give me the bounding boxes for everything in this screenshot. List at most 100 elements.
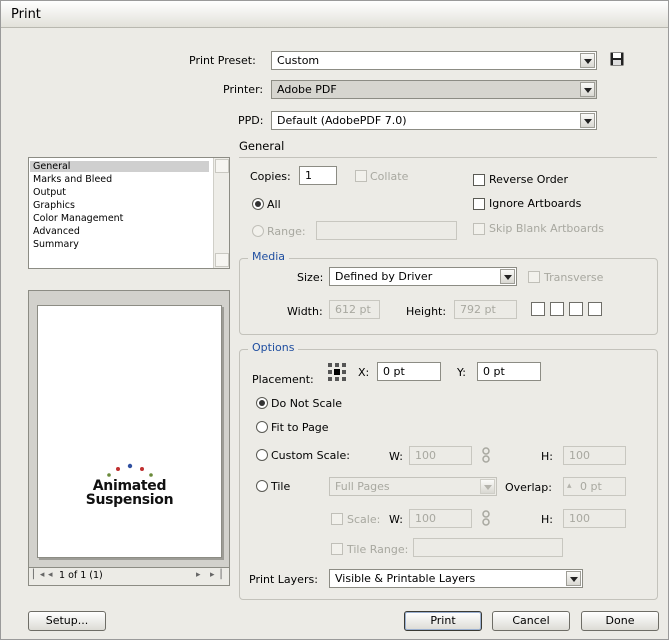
last-page-icon[interactable]: ▸▕ — [210, 570, 221, 580]
chevron-down-icon[interactable] — [580, 53, 595, 68]
category-item-advanced[interactable]: Advanced — [33, 226, 80, 237]
all-label: All — [267, 198, 281, 211]
placement-reference-point-icon[interactable] — [327, 362, 347, 382]
range-input[interactable] — [316, 221, 457, 240]
category-item-color-management[interactable]: Color Management — [33, 213, 123, 224]
tile-range-input[interactable] — [413, 538, 563, 557]
chevron-down-icon[interactable] — [566, 571, 581, 586]
tile-value: Full Pages — [335, 480, 390, 493]
section-title: General — [239, 139, 285, 153]
tile-scale-w-input[interactable]: 100 — [409, 509, 472, 528]
transverse-checkbox[interactable] — [528, 271, 540, 283]
fit-to-page-radio[interactable] — [256, 421, 268, 433]
previous-page-icon[interactable]: ◂ — [48, 570, 53, 580]
category-scrollbar[interactable] — [213, 158, 229, 268]
print-layers-value: Visible & Printable Layers — [335, 572, 476, 585]
y-input[interactable]: 0 pt — [477, 362, 541, 381]
custom-scale-label: Custom Scale: — [271, 449, 350, 462]
copies-label: Copies: — [250, 170, 291, 183]
tile-radio[interactable] — [256, 480, 268, 492]
x-input[interactable]: 0 pt — [377, 362, 441, 381]
category-item-output[interactable]: Output — [33, 187, 66, 198]
category-item-general[interactable]: General — [30, 161, 209, 172]
ppd-select[interactable]: Default (AdobePDF 7.0) — [271, 111, 597, 130]
printer-value: Adobe PDF — [277, 83, 337, 96]
chevron-down-icon[interactable] — [480, 479, 495, 494]
custom-scale-w-input[interactable]: 100 — [409, 446, 472, 465]
skip-blank-artboards-checkbox[interactable] — [473, 223, 485, 235]
overlap-input[interactable]: 0 pt ▴ — [563, 477, 626, 496]
section-divider — [239, 157, 657, 158]
print-preset-select[interactable]: Custom — [271, 51, 597, 70]
custom-scale-h-label: H: — [541, 450, 553, 463]
category-item-marks-and-bleed[interactable]: Marks and Bleed — [33, 174, 112, 185]
category-item-graphics[interactable]: Graphics — [33, 200, 75, 211]
window-title: Print — [11, 7, 41, 22]
custom-scale-w-label: W: — [389, 450, 403, 463]
placement-label: Placement: — [252, 373, 314, 386]
print-preview: Animated Suspension ▏◂ ◂ 1 of 1 (1) ▸ ▸▕ — [28, 290, 230, 586]
scroll-up-icon[interactable] — [215, 159, 229, 173]
width-input[interactable]: 612 pt — [329, 300, 380, 319]
scale-checkbox[interactable] — [331, 513, 343, 525]
do-not-scale-label: Do Not Scale — [271, 397, 343, 410]
tile-range-checkbox[interactable] — [331, 543, 343, 555]
y-label: Y: — [457, 366, 466, 379]
range-radio[interactable] — [252, 225, 264, 237]
custom-scale-radio[interactable] — [256, 449, 268, 461]
printer-label: Printer: — [223, 83, 264, 96]
height-label: Height: — [406, 305, 447, 318]
collate-checkbox[interactable] — [355, 170, 367, 182]
size-value: Defined by Driver — [335, 270, 433, 283]
setup-button[interactable]: Setup... — [28, 611, 106, 631]
skip-blank-artboards-label: Skip Blank Artboards — [489, 222, 604, 235]
do-not-scale-radio[interactable] — [256, 397, 268, 409]
ignore-artboards-checkbox[interactable] — [473, 198, 485, 210]
collate-label: Collate — [370, 170, 409, 183]
portrait-orientation-icon[interactable] — [531, 302, 545, 316]
print-button[interactable]: Print — [404, 611, 482, 631]
scale-label: Scale: — [347, 513, 381, 526]
link-tile-scale-icon[interactable] — [482, 510, 490, 526]
link-scale-icon[interactable] — [482, 447, 490, 463]
preview-page[interactable]: Animated Suspension — [37, 305, 222, 558]
chevron-down-icon[interactable] — [500, 269, 515, 284]
reverse-order-checkbox[interactable] — [473, 174, 485, 186]
category-item-summary[interactable]: Summary — [33, 239, 79, 250]
reverse-order-label: Reverse Order — [489, 173, 568, 186]
next-page-icon[interactable]: ▸ — [196, 570, 201, 580]
custom-scale-h-input[interactable]: 100 — [563, 446, 626, 465]
chevron-down-icon[interactable] — [580, 82, 595, 97]
print-dialog: Print Print Preset: Custom Printer: Adob… — [0, 0, 669, 640]
tile-select[interactable]: Full Pages — [329, 477, 497, 496]
flipped-landscape-icon[interactable] — [588, 302, 602, 316]
overlap-label: Overlap: — [505, 481, 552, 494]
height-input[interactable]: 792 pt — [454, 300, 517, 319]
print-preset-label: Print Preset: — [189, 54, 256, 67]
width-label: Width: — [287, 305, 323, 318]
landscape-orientation-icon[interactable] — [550, 302, 564, 316]
chevron-down-icon[interactable] — [580, 113, 595, 128]
print-layers-select[interactable]: Visible & Printable Layers — [329, 569, 583, 588]
printer-select[interactable]: Adobe PDF — [271, 80, 597, 99]
title-bar: Print — [1, 1, 668, 28]
first-page-icon[interactable]: ▏◂ — [33, 570, 44, 580]
done-button[interactable]: Done — [581, 611, 659, 631]
cancel-button[interactable]: Cancel — [492, 611, 570, 631]
ppd-value: Default (AdobePDF 7.0) — [277, 114, 407, 127]
media-group-title: Media — [248, 250, 290, 263]
category-list[interactable]: General Marks and Bleed Output Graphics … — [28, 157, 230, 269]
stepper-icon[interactable]: ▴ — [567, 481, 572, 491]
print-preset-value: Custom — [277, 54, 320, 67]
save-preset-icon[interactable] — [610, 52, 624, 66]
tile-range-label: Tile Range: — [347, 543, 409, 556]
copies-input[interactable]: 1 — [299, 166, 337, 185]
scroll-down-icon[interactable] — [215, 253, 229, 267]
all-radio[interactable] — [252, 198, 264, 210]
print-layers-label: Print Layers: — [249, 573, 318, 586]
size-select[interactable]: Defined by Driver — [329, 267, 517, 286]
range-label: Range: — [267, 225, 306, 238]
x-label: X: — [358, 366, 370, 379]
flipped-portrait-icon[interactable] — [569, 302, 583, 316]
tile-scale-h-input[interactable]: 100 — [563, 509, 626, 528]
